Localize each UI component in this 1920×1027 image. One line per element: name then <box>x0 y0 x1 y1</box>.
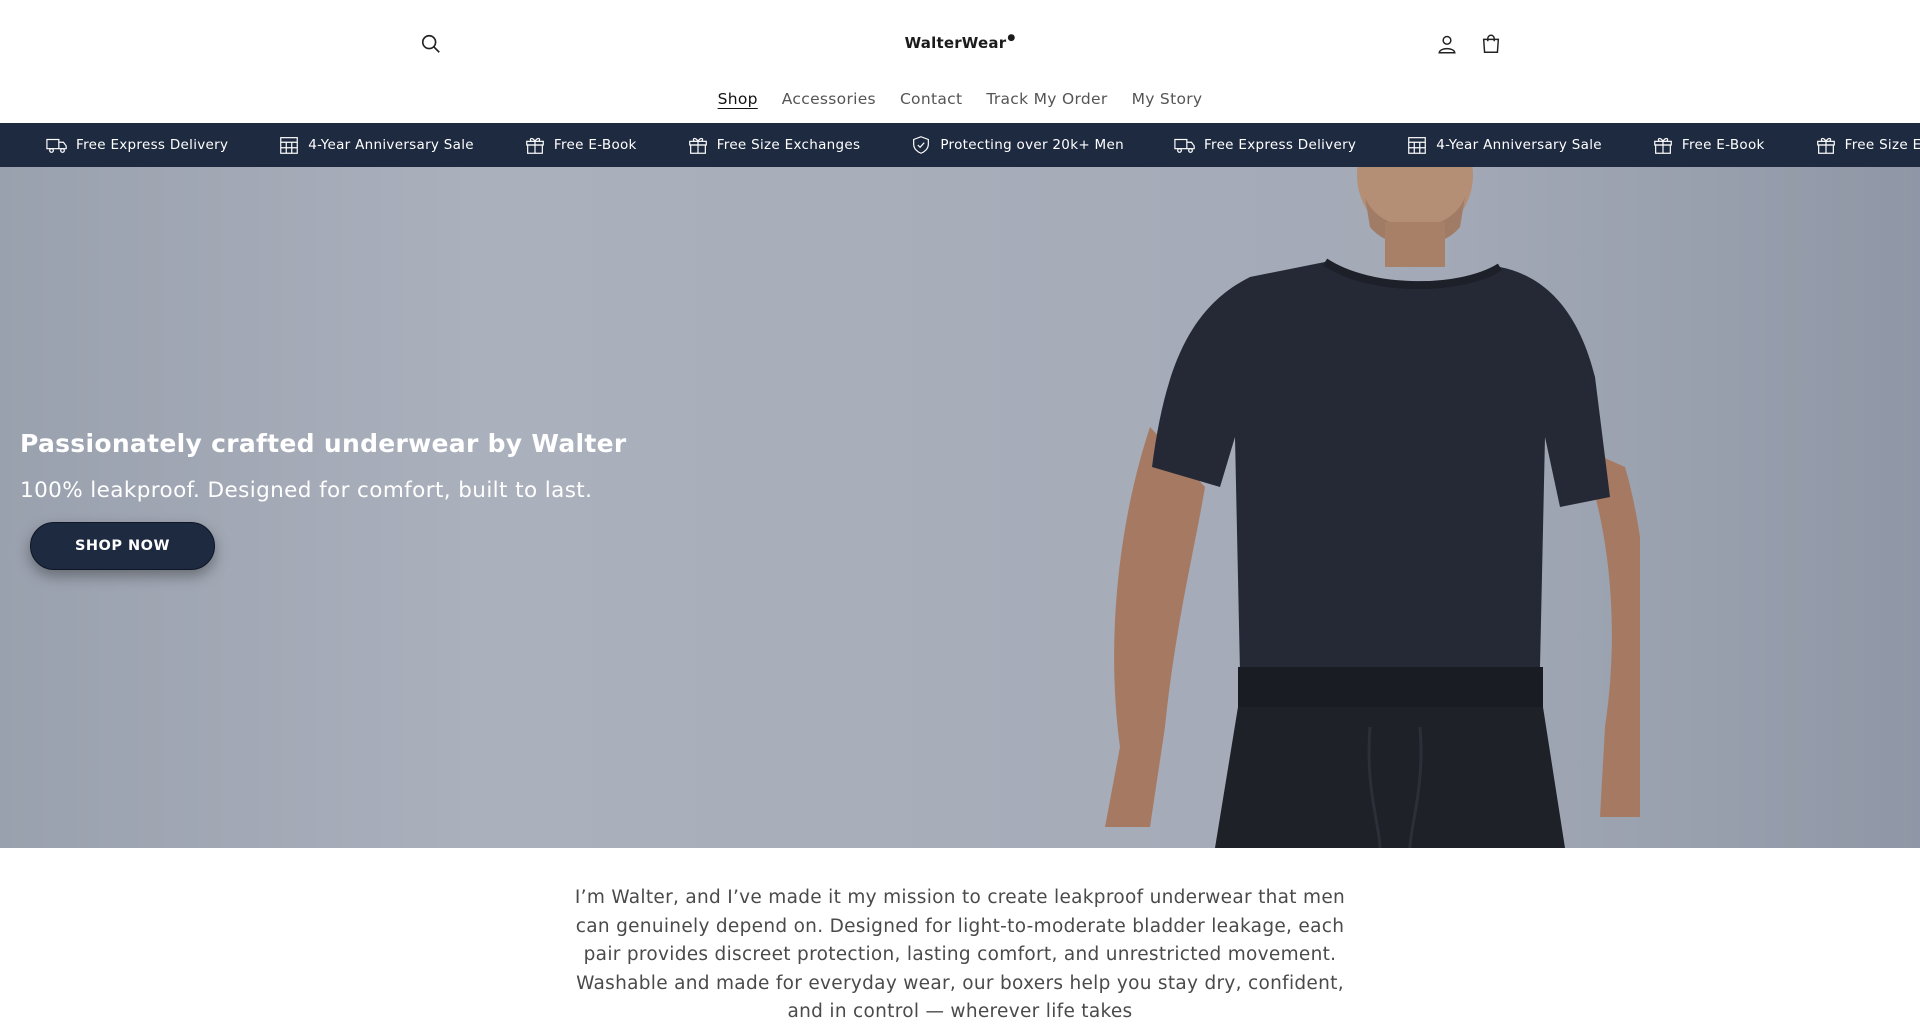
cart-icon <box>1482 34 1500 53</box>
account-button[interactable] <box>1434 31 1460 57</box>
main-nav: Shop Accessories Contact Track My Order … <box>0 90 1920 108</box>
announcement-item: Free E-Book <box>524 135 637 155</box>
announcement-label: Free E-Book <box>553 137 637 153</box>
hero-model-image <box>1105 167 1640 848</box>
hero-text: Passionately crafted underwear by Walter… <box>20 429 627 503</box>
shield-icon <box>913 136 930 154</box>
announcement-label: Free Size Exchanges <box>716 137 861 153</box>
announcement-item: Free E-Book <box>1652 135 1765 155</box>
gift-icon <box>688 137 707 154</box>
announcement-item: 4-Year Anniversary Sale <box>278 135 474 155</box>
hero-title: Passionately crafted underwear by Walter <box>20 429 627 458</box>
site-logo[interactable]: WalterWear● <box>0 33 1920 52</box>
announcement-label: Free Size Exchanges <box>1844 137 1920 153</box>
droplet-icon: ● <box>1007 33 1016 43</box>
announcement-label: Free E-Book <box>1681 137 1765 153</box>
shop-now-button[interactable]: SHOP NOW <box>30 522 215 570</box>
calendar-icon <box>280 137 299 154</box>
announcement-label: Protecting over 20k+ Men <box>940 137 1124 153</box>
account-icon <box>1438 35 1456 54</box>
truck-icon <box>1174 138 1195 153</box>
nav-item-track-my-order[interactable]: Track My Order <box>986 90 1107 108</box>
gift-icon <box>526 137 544 154</box>
announcement-label: 4-Year Anniversary Sale <box>1436 137 1602 153</box>
gift-icon <box>1816 137 1835 154</box>
story-section: I’m Walter, and I’ve made it my mission … <box>0 884 1920 1027</box>
nav-item-my-story[interactable]: My Story <box>1132 90 1203 108</box>
announcement-label: Free Express Delivery <box>76 137 229 153</box>
announcement-bar: Free Express Delivery 4-Year Anniversary… <box>0 123 1920 167</box>
story-text: I’m Walter, and I’ve made it my mission … <box>574 887 1346 1022</box>
announcement-item: Free Express Delivery <box>1174 135 1356 155</box>
truck-icon <box>46 138 67 153</box>
cart-button[interactable] <box>1478 31 1504 57</box>
nav-item-accessories[interactable]: Accessories <box>782 90 876 108</box>
hero-banner: Passionately crafted underwear by Walter… <box>0 167 1920 848</box>
site-header: WalterWear● Shop Accessories Contact Tra… <box>0 0 1920 123</box>
announcement-label: Free Express Delivery <box>1203 137 1357 153</box>
announcement-item: Free Express Delivery <box>46 135 228 155</box>
announcement-track: Free Express Delivery 4-Year Anniversary… <box>46 123 1920 167</box>
announcement-item: 4-Year Anniversary Sale <box>1406 135 1602 155</box>
calendar-icon <box>1408 137 1427 154</box>
announcement-label: 4-Year Anniversary Sale <box>308 137 474 153</box>
announcement-item: Protecting over 20k+ Men <box>910 135 1124 155</box>
logo-text: WalterWear <box>904 34 1007 52</box>
nav-item-shop[interactable]: Shop <box>718 90 758 108</box>
gift-icon <box>1654 137 1672 154</box>
hero-subtitle: 100% leakproof. Designed for comfort, bu… <box>20 478 593 503</box>
announcement-item: Free Size Exchanges <box>1815 135 1920 155</box>
announcement-item: Free Size Exchanges <box>687 135 861 155</box>
nav-item-contact[interactable]: Contact <box>900 90 962 108</box>
